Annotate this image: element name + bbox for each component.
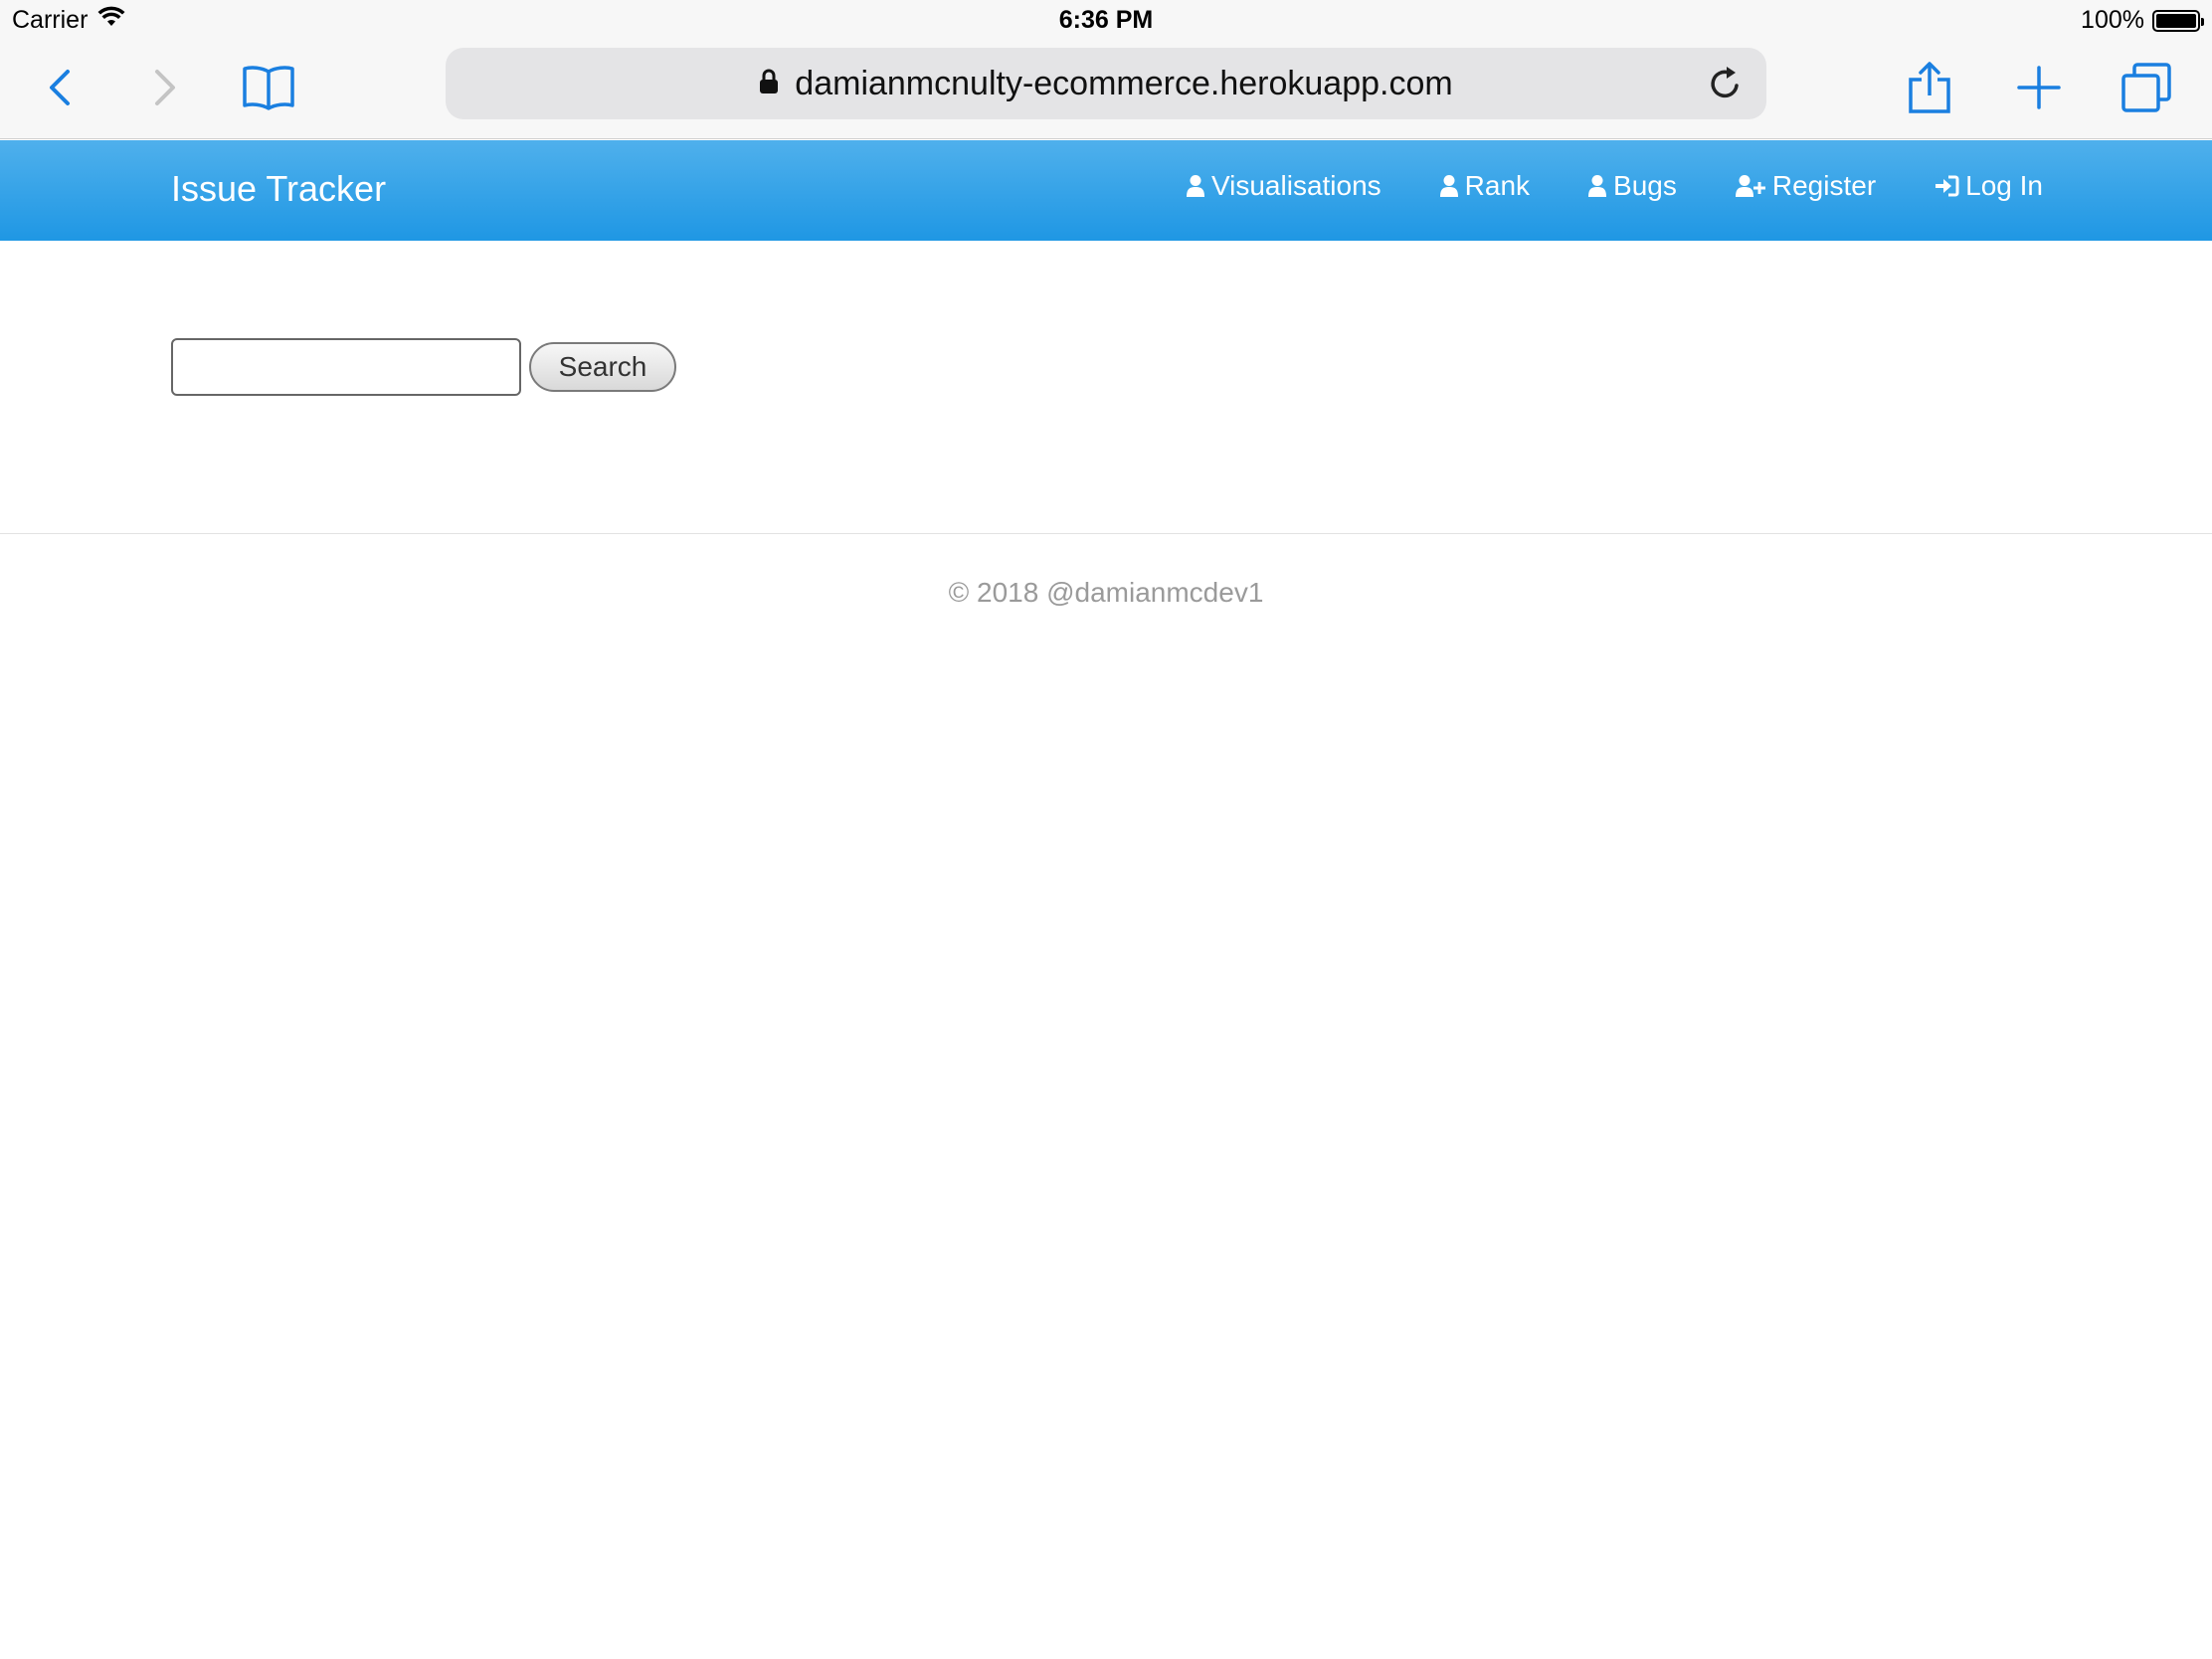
search-button[interactable]: Search <box>529 342 676 392</box>
nav-item-label: Log In <box>1965 170 2043 201</box>
battery-percent: 100% <box>2081 6 2144 34</box>
back-button[interactable] <box>20 40 99 139</box>
nav-item-register[interactable]: Register <box>1735 170 1876 202</box>
sign-in-icon <box>1934 174 1959 198</box>
nav-item-login[interactable]: Log In <box>1934 170 2043 202</box>
tabs-button[interactable] <box>2107 40 2186 139</box>
new-tab-icon <box>2017 65 2061 114</box>
bookmarks-icon <box>242 64 295 116</box>
nav-item-bugs[interactable]: Bugs <box>1587 170 1677 202</box>
address-bar[interactable]: damianmcnulty-ecommerce.herokuapp.com <box>446 48 1766 119</box>
back-icon <box>48 68 72 112</box>
nav-item-label: Rank <box>1464 170 1531 201</box>
nav-menu: Visualisations Rank Bugs Register Log In <box>1186 170 2043 202</box>
search-input[interactable] <box>171 338 521 396</box>
nav-item-label: Visualisations <box>1210 170 1382 201</box>
bookmarks-button[interactable] <box>229 40 308 139</box>
browser-toolbar: damianmcnulty-ecommerce.herokuapp.com <box>0 40 2212 139</box>
share-icon <box>1907 60 1952 120</box>
brand-link[interactable]: Issue Tracker <box>171 168 386 210</box>
search-form: Search <box>171 338 676 396</box>
new-tab-button[interactable] <box>1999 40 2079 139</box>
user-icon <box>1439 174 1459 198</box>
url-text: damianmcnulty-ecommerce.herokuapp.com <box>795 64 1453 102</box>
status-bar: Carrier 6:36 PM 100% <box>0 0 2212 40</box>
battery-fill <box>2156 13 2196 28</box>
status-time: 6:36 PM <box>1058 6 1154 34</box>
user-icon <box>1186 174 1205 198</box>
nav-item-label: Bugs <box>1613 170 1677 201</box>
forward-icon <box>153 68 177 112</box>
status-right: 100% <box>2081 6 2204 35</box>
footer-divider <box>0 533 2212 534</box>
forward-button[interactable] <box>125 40 205 139</box>
user-plus-icon <box>1735 174 1766 198</box>
reload-icon[interactable] <box>1705 64 1745 103</box>
footer-copyright: © 2018 @damianmcdev1 <box>948 577 1264 608</box>
nav-item-label: Register <box>1771 170 1877 201</box>
battery-icon <box>2152 9 2204 32</box>
lock-icon <box>759 65 779 103</box>
user-icon <box>1587 174 1607 198</box>
share-button[interactable] <box>1890 40 1969 139</box>
tabs-icon <box>2120 62 2172 118</box>
nav-item-rank[interactable]: Rank <box>1439 170 1530 202</box>
site-navbar: Issue Tracker Visualisations Rank Bugs R… <box>0 140 2212 241</box>
nav-item-visualisations[interactable]: Visualisations <box>1186 170 1382 202</box>
